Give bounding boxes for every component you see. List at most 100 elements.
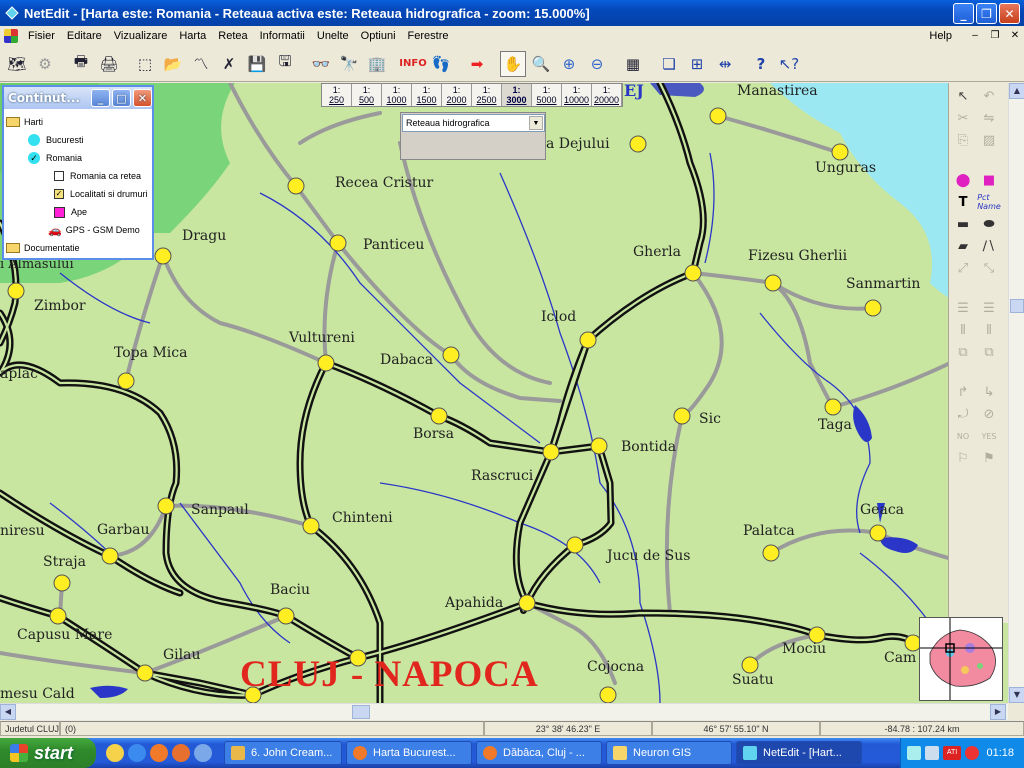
tree-item-ape[interactable]: Ape xyxy=(6,203,150,221)
select-region-icon[interactable]: ⬚ xyxy=(132,51,158,77)
town-marker[interactable] xyxy=(136,664,154,682)
print-preview-icon[interactable]: 🖨 xyxy=(96,51,122,77)
menu-informatii[interactable]: Informatii xyxy=(254,30,311,42)
town-marker[interactable] xyxy=(579,331,597,349)
poi-name-icon[interactable]: Pct Name xyxy=(977,191,1001,213)
town-marker[interactable] xyxy=(864,299,882,317)
zoom-out-icon[interactable]: ⊖ xyxy=(584,51,610,77)
search-building-icon[interactable]: 🏢 xyxy=(364,51,390,77)
menu-editare[interactable]: Editare xyxy=(61,30,108,42)
horizontal-scrollbar[interactable]: ◀ ▶ xyxy=(0,703,1008,720)
search-address-icon[interactable]: 🔭 xyxy=(336,51,362,77)
town-marker[interactable] xyxy=(684,264,702,282)
windows-tile-icon[interactable]: ⊞ xyxy=(684,51,710,77)
maximize-button[interactable]: ❐ xyxy=(976,3,997,24)
square-fill-icon[interactable]: ■ xyxy=(977,169,1001,191)
close-button[interactable]: ✕ xyxy=(999,3,1020,24)
content-maximize-button[interactable]: □ xyxy=(112,89,131,107)
town-marker[interactable] xyxy=(101,547,119,565)
tree-item-romania[interactable]: ✓ Romania xyxy=(6,149,150,167)
table-icon[interactable]: ▦ xyxy=(620,51,646,77)
arrow-right-icon[interactable]: ➡ xyxy=(464,51,490,77)
tree-item-romania-ca-retea[interactable]: Romania ca retea xyxy=(6,167,150,185)
link-icon[interactable]: ⧉ xyxy=(951,341,975,363)
town-marker[interactable] xyxy=(329,234,347,252)
print-icon[interactable]: 🖶 xyxy=(68,51,94,77)
columns-alt-icon[interactable]: ⫴ xyxy=(977,319,1001,341)
fit-width-icon[interactable]: ⇹ xyxy=(712,51,738,77)
menu-ferestre[interactable]: Ferestre xyxy=(402,30,455,42)
pointer-icon[interactable]: ↖ xyxy=(951,85,975,107)
scroll-down-icon[interactable]: ▼ xyxy=(1009,687,1024,703)
node-move-icon[interactable]: ⤡ xyxy=(977,257,1001,279)
tree-item-documentatie[interactable]: Documentatie xyxy=(6,239,150,257)
polygon-icon[interactable]: ▰ xyxy=(951,235,975,257)
turn-icon[interactable]: ⤾ xyxy=(951,403,975,425)
town-marker[interactable] xyxy=(442,346,460,364)
town-marker[interactable] xyxy=(49,607,67,625)
scroll-left-icon[interactable]: ◀ xyxy=(0,704,16,720)
mdi-restore-icon[interactable]: ❐ xyxy=(988,29,1002,42)
signpost-left-icon[interactable]: ⚐ xyxy=(951,447,975,469)
scale-button-20000[interactable]: 1: 20000 xyxy=(592,84,622,106)
menu-help[interactable]: Help xyxy=(929,30,952,42)
menu-vizualizare[interactable]: Vizualizare xyxy=(108,30,174,42)
town-marker[interactable] xyxy=(869,524,887,542)
scale-button-2000[interactable]: 1: 2000 xyxy=(442,84,472,106)
start-button[interactable]: start xyxy=(0,738,96,768)
town-marker[interactable] xyxy=(599,686,617,703)
town-marker[interactable] xyxy=(302,517,320,535)
town-marker[interactable] xyxy=(824,398,842,416)
chevron-down-icon[interactable]: ▼ xyxy=(529,116,543,130)
layer-select[interactable]: Reteaua hidrografica ▼ xyxy=(402,114,545,132)
content-window-titlebar[interactable]: Continut... _ □ ✕ xyxy=(4,87,152,109)
town-marker[interactable] xyxy=(518,594,536,612)
cut-icon[interactable]: ✂ xyxy=(951,107,975,129)
task-john-cream[interactable]: 6. John Cream... xyxy=(224,741,342,765)
route-icon[interactable]: 〽 xyxy=(188,51,214,77)
hatch-icon[interactable]: ▨ xyxy=(977,129,1001,151)
town-marker[interactable] xyxy=(566,536,584,554)
scale-button-1500[interactable]: 1: 1500 xyxy=(412,84,442,106)
tree-item-gps[interactable]: 🚗 GPS - GSM Demo xyxy=(6,221,150,239)
document-icon[interactable] xyxy=(4,28,18,43)
mdi-close-icon[interactable]: ✕ xyxy=(1008,29,1022,42)
firefox-icon[interactable] xyxy=(150,744,168,762)
tree-item-harti[interactable]: Harti xyxy=(6,113,150,131)
vertical-scrollbar[interactable]: ▲ ▼ xyxy=(1008,83,1024,703)
monitor-icon[interactable] xyxy=(925,746,939,760)
save-as-icon[interactable]: 🖫 xyxy=(272,51,298,77)
town-marker[interactable] xyxy=(762,544,780,562)
zoom-in-icon[interactable]: ⊕ xyxy=(556,51,582,77)
town-marker[interactable] xyxy=(154,247,172,265)
copy-icon[interactable]: ⎘ xyxy=(951,129,975,151)
town-marker[interactable] xyxy=(741,656,759,674)
signpost-right-icon[interactable]: ⚑ xyxy=(977,447,1001,469)
task-dabaca[interactable]: Dăbâca, Cluj - ... xyxy=(476,741,602,765)
town-marker[interactable] xyxy=(542,443,560,461)
menu-harta[interactable]: Harta xyxy=(173,30,212,42)
binoculars-icon[interactable]: 👓 xyxy=(308,51,334,77)
map-open-icon[interactable]: 🗺 xyxy=(4,51,30,77)
unlink-icon[interactable]: ⧉ xyxy=(977,341,1001,363)
alert-icon[interactable] xyxy=(965,746,979,760)
windows-cascade-icon[interactable]: ❏ xyxy=(656,51,682,77)
help-icon[interactable]: ? xyxy=(748,51,774,77)
town-marker[interactable] xyxy=(673,407,691,425)
content-close-button[interactable]: ✕ xyxy=(133,89,152,107)
town-marker[interactable] xyxy=(317,354,335,372)
town-marker[interactable] xyxy=(277,607,295,625)
town-marker[interactable] xyxy=(709,107,727,125)
menu-optiuni[interactable]: Optiuni xyxy=(355,30,402,42)
circle-fill-icon[interactable]: ⬤ xyxy=(951,169,975,191)
no-turn-icon[interactable]: ⊘ xyxy=(977,403,1001,425)
task-neuron-gis[interactable]: Neuron GIS xyxy=(606,741,732,765)
route-start-icon[interactable]: ↱ xyxy=(951,381,975,403)
zoom-region-icon[interactable]: 🔍 xyxy=(528,51,554,77)
align-right-icon[interactable]: ☰ xyxy=(977,297,1001,319)
scale-button-3000[interactable]: 1: 3000 xyxy=(502,84,532,106)
minimize-button[interactable]: _ xyxy=(953,3,974,24)
task-harta-bucuresti[interactable]: Harta Bucurest... xyxy=(346,741,472,765)
rectangle-icon[interactable]: ▬ xyxy=(951,213,975,235)
scroll-up-icon[interactable]: ▲ xyxy=(1009,83,1024,99)
